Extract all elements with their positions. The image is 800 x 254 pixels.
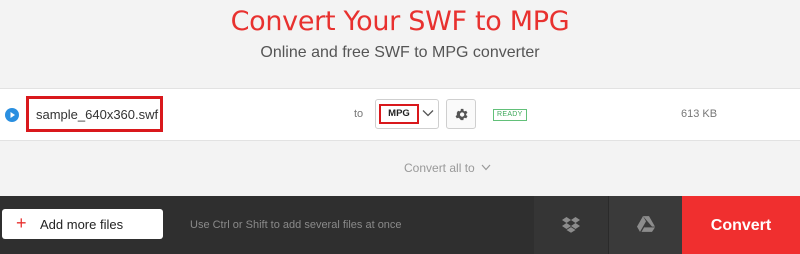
page-title: Convert Your SWF to MPG	[230, 6, 570, 37]
convert-label: Convert	[710, 217, 772, 234]
file-name: sample_640x360.swf	[36, 107, 159, 122]
convert-all-dropdown[interactable]: Convert all to	[404, 161, 491, 175]
settings-button[interactable]	[446, 99, 476, 129]
convert-all-label: Convert all to	[404, 161, 475, 175]
format-value: MPG	[388, 108, 410, 119]
file-name-highlight: sample_640x360.swf	[26, 96, 163, 132]
status-badge: READY	[493, 109, 527, 121]
format-select[interactable]: MPG	[375, 99, 439, 129]
bottom-bar: + Add more files Use Ctrl or Shift to ad…	[0, 196, 800, 254]
gear-icon	[455, 108, 468, 121]
add-more-files-button[interactable]: + Add more files	[2, 209, 163, 239]
google-drive-button[interactable]	[608, 196, 682, 254]
page-subtitle: Online and free SWF to MPG converter	[260, 44, 540, 61]
format-value-highlight: MPG	[379, 104, 419, 124]
add-more-files-label: Add more files	[40, 217, 124, 232]
hero-header: Convert Your SWF to MPG Online and free …	[0, 0, 800, 88]
google-drive-icon	[637, 216, 655, 232]
file-size: 613 KB	[681, 108, 718, 120]
dropbox-button[interactable]	[534, 196, 608, 254]
chevron-down-icon	[481, 164, 491, 171]
file-row: sample_640x360.swf to MPG READY 613 KB	[0, 88, 800, 141]
plus-icon: +	[16, 213, 27, 233]
to-label: to	[354, 108, 364, 120]
multi-select-hint: Use Ctrl or Shift to add several files a…	[190, 219, 402, 231]
convert-button[interactable]: Convert	[682, 196, 800, 254]
chevron-down-icon	[422, 110, 434, 117]
play-icon[interactable]	[5, 108, 19, 122]
dropbox-icon	[562, 217, 580, 233]
